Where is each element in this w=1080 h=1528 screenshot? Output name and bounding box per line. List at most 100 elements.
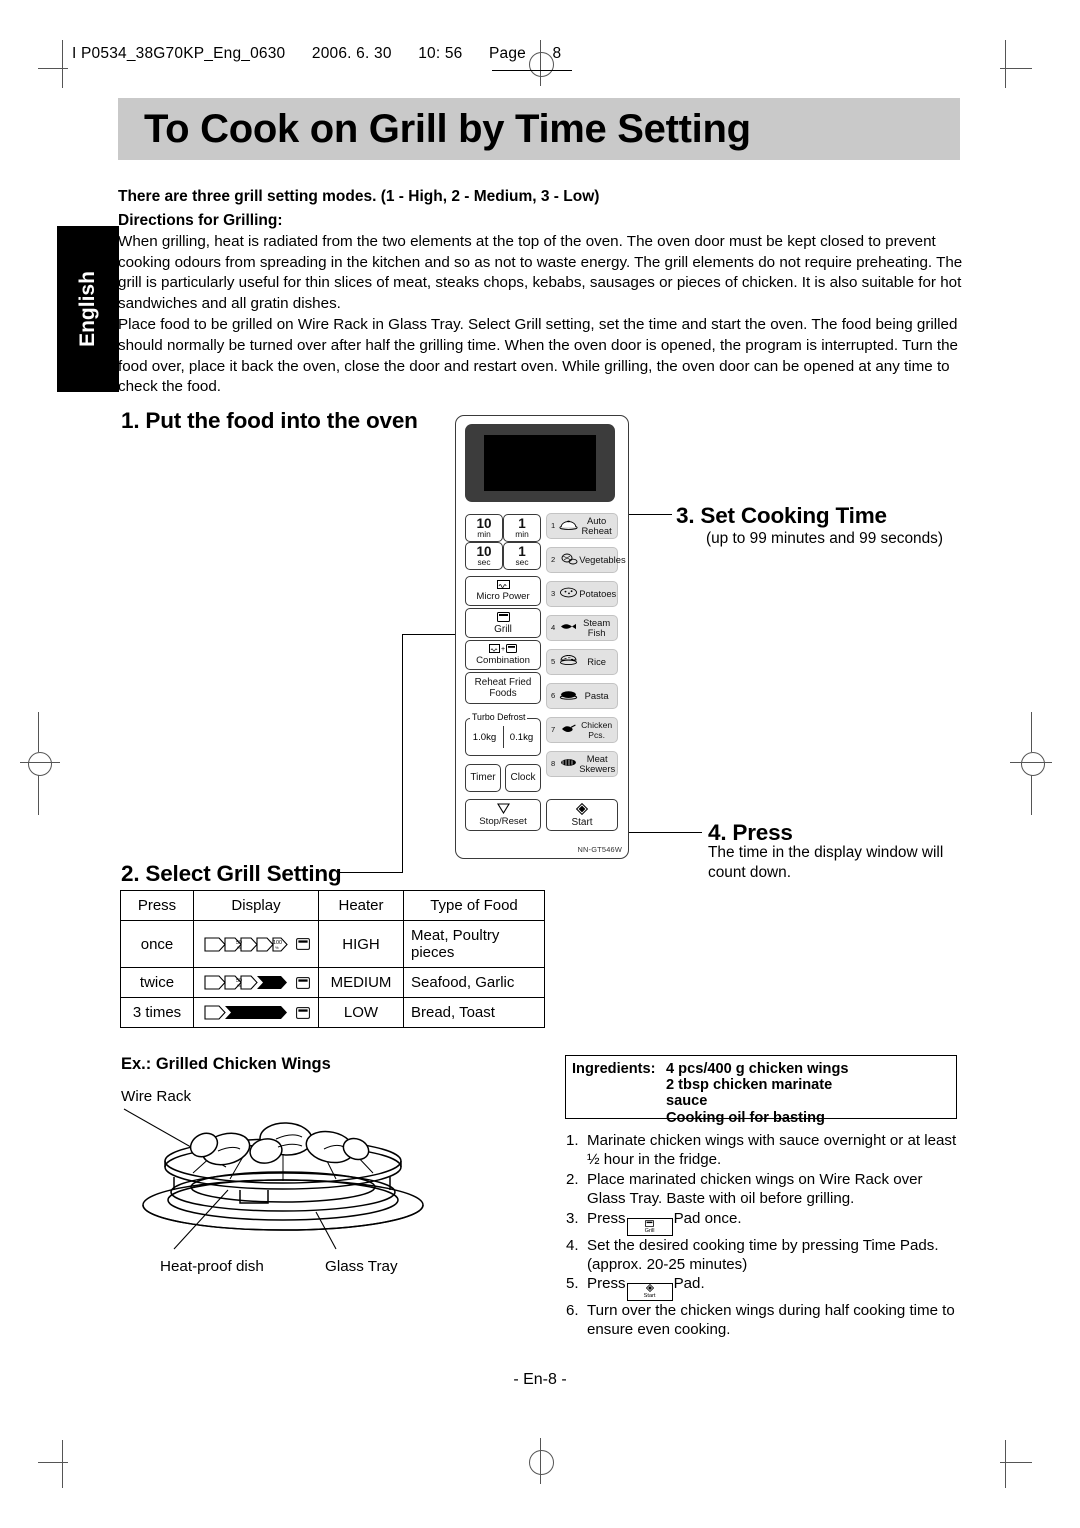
start-icon bbox=[645, 1284, 654, 1293]
intro-paragraph-1: When grilling, heat is radiated from the… bbox=[118, 233, 963, 312]
grill-modes-line: There are three grill setting modes. (1 … bbox=[118, 188, 600, 205]
instruction-number: 2. bbox=[566, 1170, 579, 1188]
pad-10-min[interactable]: 10 min bbox=[465, 514, 503, 542]
pad-turbo-defrost-1kg[interactable]: 1.0kg bbox=[466, 719, 503, 755]
language-tab: English bbox=[57, 226, 119, 392]
imprint-page-number: 8 bbox=[552, 45, 562, 62]
auto-pad-chicken-pcs[interactable]: 7 Chicken Pcs. bbox=[546, 717, 618, 743]
grill-icon bbox=[645, 1219, 655, 1228]
pad-clock-label: Clock bbox=[510, 772, 536, 784]
grill-setting-table: Press Display Heater Type of Food once 5… bbox=[120, 890, 545, 1028]
auto-pad-8-label: Meat Skewers bbox=[579, 752, 616, 774]
pad-10-sec[interactable]: 10 sec bbox=[465, 542, 503, 570]
skewers-icon bbox=[557, 757, 579, 770]
leader-line-step2-horizontal-bottom bbox=[340, 872, 403, 874]
start-icon bbox=[575, 802, 589, 818]
auto-pad-7-number: 7 bbox=[551, 724, 556, 734]
auto-pad-5-label: Rice bbox=[587, 655, 606, 667]
instruction-text: Press Grill Pad once. bbox=[587, 1209, 964, 1236]
ingredients-label: Ingredients: bbox=[572, 1061, 656, 1077]
auto-pad-1-label: Auto Reheat bbox=[581, 514, 612, 536]
pad-timer[interactable]: Timer bbox=[465, 764, 501, 792]
manual-page: I P0534_38G70KP_Eng_0630 2006. 6. 30 10:… bbox=[0, 0, 1080, 1528]
cell-food-high: Meat, Poultry pieces bbox=[403, 920, 545, 968]
auto-pad-3-label: Potatoes bbox=[579, 587, 617, 599]
pad-timer-label: Timer bbox=[470, 772, 496, 784]
pad-reheat-fried-foods[interactable]: Reheat Fried Foods bbox=[465, 672, 541, 704]
vegetables-icon bbox=[557, 553, 579, 567]
instruction-text: Marinate chicken wings with sauce overni… bbox=[587, 1132, 957, 1169]
intro-paragraph-2: Place food to be grilled on Wire Rack in… bbox=[118, 316, 958, 396]
power-bar-icon: 50 % bbox=[203, 975, 287, 990]
grill-indicator-icon bbox=[295, 938, 310, 950]
auto-pad-rice[interactable]: 5 Rice bbox=[546, 649, 618, 675]
auto-pad-meat-skewers[interactable]: 8 Meat Skewers bbox=[546, 751, 618, 777]
page-footer: - En-8 - bbox=[513, 1371, 567, 1388]
instruction-row: 2. Place marinated chicken wings on Wire… bbox=[566, 1170, 964, 1209]
chicken-icon bbox=[557, 723, 579, 736]
leader-line-step2-vertical bbox=[402, 634, 404, 873]
step-4-subtext: The time in the display window will coun… bbox=[708, 844, 944, 881]
registration-circle-left bbox=[28, 752, 52, 776]
pad-1-sec[interactable]: 1 sec bbox=[503, 542, 541, 570]
auto-pad-1-number: 1 bbox=[551, 520, 556, 530]
table-row: 3 times LOW Bread, Toast bbox=[120, 997, 545, 1028]
crop-mark-bottom-left bbox=[62, 1440, 64, 1488]
cell-press-once: once bbox=[120, 920, 194, 968]
ingredient-item: sauce bbox=[666, 1093, 708, 1110]
power-bar-icon: 50 % 100 % bbox=[203, 936, 288, 952]
crop-mark-left-vertical-2 bbox=[38, 775, 40, 815]
pad-clock[interactable]: Clock bbox=[505, 764, 541, 792]
auto-pad-3-number: 3 bbox=[551, 588, 556, 598]
instruction-number: 1. bbox=[566, 1132, 579, 1149]
pad-1-min[interactable]: 1 min bbox=[503, 514, 541, 542]
instruction-row: 6. Turn over the chicken wings during ha… bbox=[566, 1301, 964, 1340]
cell-heater-medium: MEDIUM bbox=[318, 967, 404, 998]
crop-mark-bottom-right bbox=[1005, 1440, 1007, 1488]
pad-start[interactable]: Start bbox=[546, 799, 618, 831]
step-3-subtext: (up to 99 minutes and 99 seconds) bbox=[706, 530, 943, 547]
instruction-text: Set the desired cooking time by pressing… bbox=[587, 1236, 939, 1274]
crop-mark-top-right bbox=[1005, 40, 1007, 88]
model-number: NN-GT546W bbox=[577, 845, 622, 854]
auto-pad-6-number: 6 bbox=[551, 690, 556, 700]
cell-display-medium: 50 % bbox=[193, 967, 319, 998]
auto-pad-steam-fish[interactable]: 4 Steam Fish bbox=[546, 615, 618, 641]
crop-mark-right-vertical bbox=[1031, 712, 1033, 752]
pad-grill[interactable]: Grill bbox=[465, 608, 541, 638]
display-bar-medium: 50 % bbox=[200, 974, 312, 991]
crop-mark-right-vertical-2 bbox=[1031, 775, 1033, 815]
inline-grill-pad[interactable]: Grill bbox=[626, 1217, 673, 1236]
pad-stop-reset[interactable]: Stop/Reset bbox=[465, 799, 541, 831]
grill-indicator-icon bbox=[295, 976, 310, 989]
pad-turbo-defrost[interactable]: 1.0kg 0.1kg bbox=[465, 718, 541, 756]
inline-grill-pad-label: Grill bbox=[644, 1227, 655, 1234]
instruction-text: Turn over the chicken wings during half … bbox=[587, 1301, 955, 1339]
crop-mark-bottom-rule-right bbox=[1000, 1462, 1032, 1464]
display-screen bbox=[484, 435, 596, 491]
inline-start-pad[interactable]: Start bbox=[626, 1282, 673, 1301]
intro-section: There are three grill setting modes. (1 … bbox=[118, 186, 963, 398]
svg-text:+: + bbox=[501, 646, 505, 653]
instruction-pre-text: Press bbox=[587, 1209, 626, 1227]
auto-pad-vegetables[interactable]: 2 Vegetables bbox=[546, 547, 626, 573]
rice-bowl-icon bbox=[557, 655, 579, 668]
imprint-page-label: Page bbox=[489, 45, 526, 62]
instruction-row: 4. Set the desired cooking time by press… bbox=[566, 1236, 964, 1275]
auto-pad-pasta[interactable]: 6 Pasta bbox=[546, 683, 618, 709]
print-imprint: I P0534_38G70KP_Eng_0630 2006. 6. 30 10:… bbox=[72, 45, 561, 63]
crop-mark-top-rule-right bbox=[1000, 68, 1032, 70]
auto-pad-potatoes[interactable]: 3 Potatoes bbox=[546, 581, 618, 607]
example-heading: Ex.: Grilled Chicken Wings bbox=[121, 1055, 331, 1073]
auto-pad-4-label: Steam Fish bbox=[583, 616, 611, 638]
auto-pad-8-number: 8 bbox=[551, 758, 556, 768]
instruction-row: 5. Press Start Pad. bbox=[566, 1274, 964, 1301]
pad-turbo-defrost-0-1kg[interactable]: 0.1kg bbox=[503, 719, 540, 755]
pad-1-min-unit: min bbox=[515, 529, 529, 539]
pad-micro-power[interactable]: Micro Power bbox=[465, 576, 541, 606]
display-bar-high: 50 % 100 % bbox=[200, 936, 312, 953]
potato-icon bbox=[557, 587, 579, 600]
ingredient-item: 2 tbsp chicken marinate bbox=[666, 1077, 833, 1093]
auto-pad-auto-reheat[interactable]: 1 Auto Reheat bbox=[546, 513, 618, 539]
pad-combination[interactable]: + Combination bbox=[465, 640, 541, 670]
